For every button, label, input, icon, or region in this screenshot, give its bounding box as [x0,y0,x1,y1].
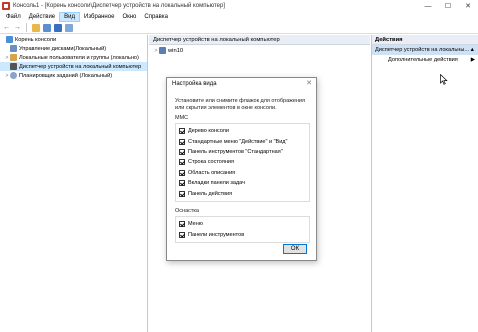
dialog-title-bar: Настройка вида ✕ [167,78,316,90]
mmc-group: MMC Дерево консоли Стандартные меню "Дей… [175,115,310,202]
toolbar-separator [26,23,27,32]
checkbox-status-bar[interactable]: Строка состояния [179,157,306,167]
window-title: Консоль1 - [Корень консоли\Диспетчер уст… [13,3,225,9]
dialog-title: Настройка вида [172,81,217,87]
actions-section-label: Диспетчер устройств на локальны... [375,47,470,53]
console-root-icon [6,36,13,43]
tree-item-label: Управление дисками(Локальный) [19,45,107,52]
checkbox-standard-toolbar[interactable]: Панель инструментов "Стандартная" [179,147,306,157]
minimize-button[interactable]: — [418,0,438,12]
menu-window[interactable]: Окно [118,12,140,22]
properties-icon[interactable] [64,23,73,32]
checkbox-icon[interactable] [179,169,185,176]
submenu-arrow-icon: ▶ [470,57,475,63]
ok-button[interactable]: ОК [283,244,307,254]
checkbox-icon[interactable] [179,180,185,187]
checkbox-icon[interactable] [179,221,185,228]
actions-pane: Действия Диспетчер устройств на локальны… [371,35,478,332]
checkbox-icon[interactable] [179,190,185,197]
computer-node[interactable]: > win10 [149,46,370,55]
menu-help[interactable]: Справка [140,12,172,22]
actions-section-device-manager[interactable]: Диспетчер устройств на локальны... ▲ [372,45,478,55]
tree-item-task-scheduler[interactable]: > Планировщик заданий (Локальный) [0,71,147,80]
maximize-button[interactable]: ☐ [438,0,458,12]
tree-item-label: Локальные пользователи и группы (локальн… [19,54,139,61]
tree-item-label: Диспетчер устройств на локальный компьют… [19,63,142,70]
snapin-group-label: Оснастка [175,208,199,214]
checkbox-label: Меню [188,221,203,228]
disk-icon [10,45,17,52]
checkbox-menus[interactable]: Меню [179,219,306,229]
computer-icon [159,47,166,54]
checkbox-action-pane[interactable]: Панель действия [179,188,306,198]
clock-icon [10,72,17,79]
mouse-cursor-icon [440,74,448,85]
folder-icon[interactable] [31,23,40,32]
more-actions-label: Дополнительные действия [388,57,458,63]
mmc-group-box: Дерево консоли Стандартные меню "Действи… [175,123,310,202]
console-tree-icon[interactable] [42,23,51,32]
snapin-group-box: Меню Панели инструментов [175,216,310,243]
computer-name: win10 [168,47,184,54]
more-actions-item[interactable]: Дополнительные действия ▶ [372,55,478,65]
title-bar: Консоль1 - [Корень консоли\Диспетчер уст… [0,0,478,12]
checkbox-icon[interactable] [179,148,185,155]
tree-item-device-manager[interactable]: Диспетчер устройств на локальный компьют… [0,62,147,71]
forward-icon[interactable]: → [13,23,22,32]
tree-item-label: Корень консоли [15,36,57,43]
tree-item-local-users[interactable]: > Локальные пользователи и группы (локал… [0,53,147,62]
checkbox-icon[interactable] [179,138,185,145]
tree-item-disk-management[interactable]: Управление дисками(Локальный) [0,44,147,53]
checkbox-icon[interactable] [179,128,185,135]
tree-item-root[interactable]: Корень консоли [0,35,147,44]
menu-favorites[interactable]: Избранное [80,12,118,22]
checkbox-label: Вкладки панели задач [188,180,245,187]
checkbox-taskpad-tabs[interactable]: Вкладки панели задач [179,178,306,188]
toolbar: ← → [0,22,478,34]
checkbox-label: Панель действия [188,190,233,197]
checkbox-label: Панель инструментов "Стандартная" [188,148,283,155]
checkbox-console-tree[interactable]: Дерево консоли [179,126,306,136]
menu-bar: Файл Действие Вид Избранное Окно Справка [0,12,478,22]
tree-item-label: Планировщик заданий (Локальный) [19,72,113,79]
actions-header: Действия [372,35,478,45]
checkbox-label: Строка состояния [188,159,234,166]
collapse-arrow-icon[interactable]: ▲ [469,45,475,55]
device-manager-icon [10,63,17,70]
checkbox-standard-menus[interactable]: Стандартные меню "Действие" и "Вид" [179,136,306,146]
checkbox-description-bar[interactable]: Область описания [179,168,306,178]
customize-view-dialog: Настройка вида ✕ Установите или снимите … [166,77,317,261]
window-controls: — ☐ ✕ [418,0,478,12]
dialog-description: Установите или снимите флажок для отобра… [175,98,305,111]
console-tree: Корень консоли Управление дисками(Локаль… [0,35,148,332]
checkbox-toolbars[interactable]: Панели инструментов [179,229,306,239]
result-pane-header: Диспетчер устройств на локальный компьют… [149,35,370,45]
menu-action[interactable]: Действие [25,12,59,22]
checkbox-icon[interactable] [179,159,185,166]
dialog-close-button[interactable]: ✕ [306,78,312,90]
help-icon[interactable] [53,23,62,32]
mmc-app-icon[interactable] [2,2,10,10]
checkbox-label: Панели инструментов [188,231,245,238]
checkbox-label: Стандартные меню "Действие" и "Вид" [188,138,288,145]
back-icon[interactable]: ← [2,23,11,32]
checkbox-icon[interactable] [179,231,185,238]
menu-view[interactable]: Вид [59,12,81,22]
close-button[interactable]: ✕ [458,0,478,12]
mmc-group-label: MMC [175,115,189,121]
snapin-group: Оснастка Меню Панели инструментов [175,208,310,243]
checkbox-label: Дерево консоли [188,128,229,135]
menu-file[interactable]: Файл [2,12,25,22]
users-icon [10,54,17,61]
checkbox-label: Область описания [188,169,236,176]
